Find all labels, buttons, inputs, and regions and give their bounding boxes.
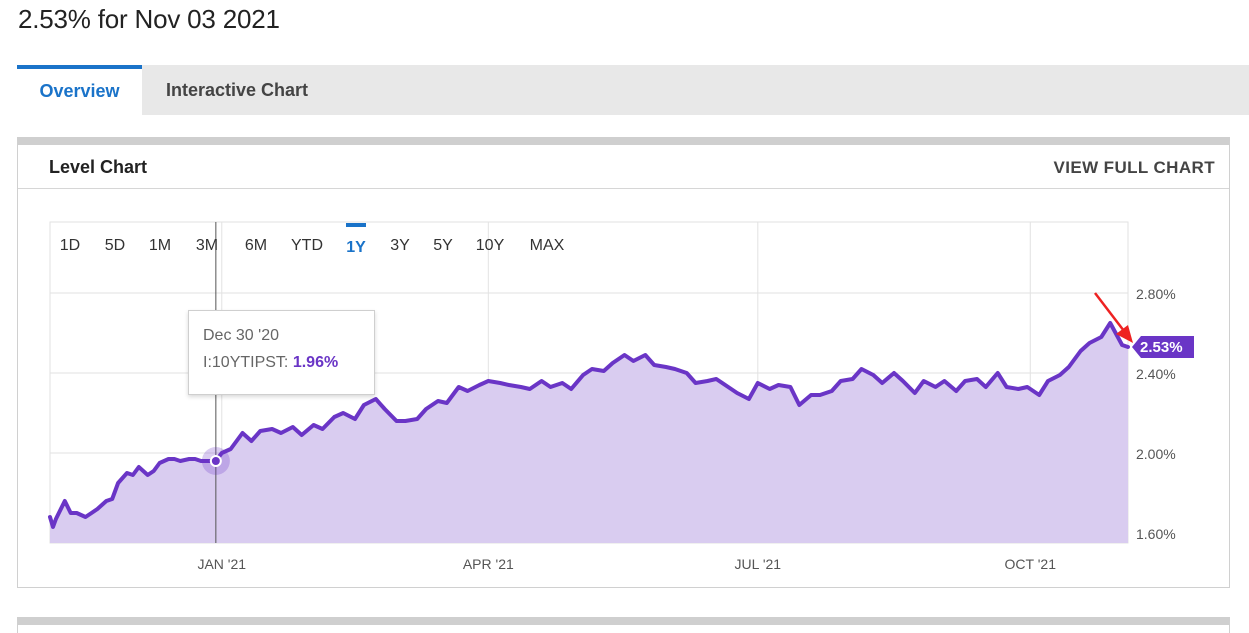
range-6m-button[interactable]: 6M xyxy=(236,223,276,263)
y-tick-label: 2.80% xyxy=(1136,286,1176,302)
y-tick-label: 1.60% xyxy=(1136,526,1176,542)
range-max-button[interactable]: MAX xyxy=(526,223,568,263)
y-axis-ticks: 1.60% 2.00% 2.40% 2.80% xyxy=(1136,286,1176,542)
range-1m-button[interactable]: 1M xyxy=(140,223,180,263)
range-1y-button[interactable]: 1Y xyxy=(346,223,366,263)
tooltip-row: I:10YTIPST: 1.96% xyxy=(203,354,360,372)
x-tick-label: OCT '21 xyxy=(1005,556,1057,572)
last-value-label: 2.53% xyxy=(1140,339,1183,356)
x-tick-label: APR '21 xyxy=(463,556,514,572)
y-tick-label: 2.40% xyxy=(1136,366,1176,382)
x-axis-ticks: JAN '21 APR '21 JUL '21 OCT '21 xyxy=(197,556,1056,572)
y-tick-label: 2.00% xyxy=(1136,446,1176,462)
x-tick-label: JUL '21 xyxy=(735,556,782,572)
range-5d-button[interactable]: 5D xyxy=(95,223,135,263)
tooltip-value: 1.96% xyxy=(292,354,339,371)
chart-highlight-point xyxy=(209,455,222,467)
range-10y-button[interactable]: 10Y xyxy=(470,223,510,263)
chart-tooltip: Dec 30 '20 I:10YTIPST: 1.96% xyxy=(188,310,375,395)
range-5y-button[interactable]: 5Y xyxy=(423,223,463,263)
range-ytd-button[interactable]: YTD xyxy=(286,223,328,263)
x-tick-label: JAN '21 xyxy=(197,556,246,572)
last-value-badge: 2.53% xyxy=(1132,336,1194,358)
range-1d-button[interactable]: 1D xyxy=(50,223,90,263)
tooltip-series-label: I:10YTIPST: xyxy=(203,354,289,371)
next-card xyxy=(17,617,1230,633)
tooltip-date: Dec 30 '20 xyxy=(203,327,279,344)
range-3m-button[interactable]: 3M xyxy=(187,223,227,263)
range-3y-button[interactable]: 3Y xyxy=(380,223,420,263)
